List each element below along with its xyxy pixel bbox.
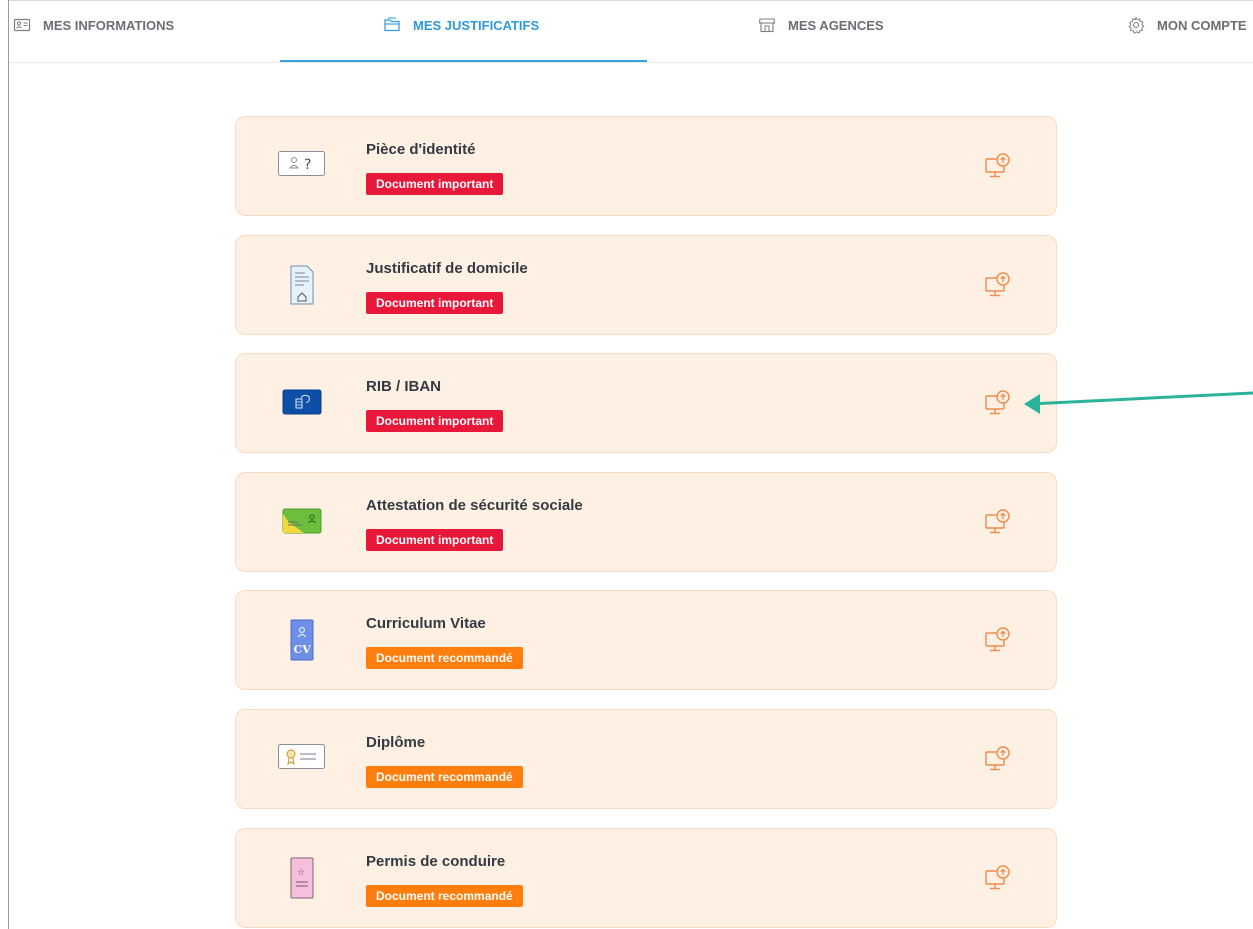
home-document-icon bbox=[278, 264, 326, 306]
document-card-permis-conduire[interactable]: ☆ Permis de conduire Document recommandé bbox=[235, 828, 1057, 928]
upload-icon[interactable] bbox=[984, 865, 1012, 893]
diploma-icon bbox=[278, 738, 326, 780]
document-title: Diplôme bbox=[366, 734, 426, 751]
svg-text:?: ? bbox=[304, 157, 311, 173]
driving-license-icon: ☆ bbox=[278, 857, 326, 899]
identity-card-icon: ? bbox=[278, 145, 326, 187]
store-icon bbox=[758, 18, 776, 33]
status-badge-important: Document important bbox=[366, 292, 504, 314]
status-badge-recommended: Document recommandé bbox=[366, 647, 523, 669]
cv-icon: CV bbox=[278, 619, 326, 661]
status-badge-important: Document important bbox=[366, 410, 504, 432]
upload-icon[interactable] bbox=[984, 390, 1012, 418]
document-title: Justificatif de domicile bbox=[366, 260, 528, 277]
document-title: RIB / IBAN bbox=[366, 378, 441, 395]
status-badge-recommended: Document recommandé bbox=[366, 766, 523, 788]
upload-icon[interactable] bbox=[984, 746, 1012, 774]
document-card-rib-iban[interactable]: RIB / IBAN Document important bbox=[235, 353, 1057, 453]
gear-icon bbox=[1128, 16, 1145, 34]
tab-label: MON COMPTE bbox=[1157, 18, 1247, 33]
document-card-piece-identite[interactable]: ? Pièce d'identité Document important bbox=[235, 116, 1057, 216]
folder-icon bbox=[384, 17, 400, 32]
tab-label: MES JUSTIFICATIFS bbox=[413, 18, 540, 33]
bank-card-icon bbox=[278, 382, 326, 424]
upload-icon[interactable] bbox=[984, 153, 1012, 181]
upload-icon[interactable] bbox=[984, 627, 1012, 655]
tab-label: MES INFORMATIONS bbox=[43, 18, 175, 33]
tab-mes-justificatifs[interactable]: MES JUSTIFICATIFS bbox=[383, 0, 539, 60]
document-card-justificatif-domicile[interactable]: Justificatif de domicile Document import… bbox=[235, 235, 1057, 335]
status-badge-important: Document important bbox=[366, 173, 504, 195]
status-badge-important: Document important bbox=[366, 529, 504, 551]
tab-label: MES AGENCES bbox=[788, 18, 884, 33]
tab-mes-informations[interactable]: MES INFORMATIONS bbox=[13, 0, 174, 60]
id-card-icon bbox=[13, 18, 31, 32]
status-badge-recommended: Document recommandé bbox=[366, 885, 523, 907]
document-card-curriculum-vitae[interactable]: CV Curriculum Vitae Document recommandé bbox=[235, 590, 1057, 690]
document-title: Curriculum Vitae bbox=[366, 615, 486, 632]
svg-text:CV: CV bbox=[294, 643, 312, 656]
document-title: Pièce d'identité bbox=[366, 141, 476, 158]
document-card-securite-sociale[interactable]: Attestation de sécurité sociale Document… bbox=[235, 472, 1057, 572]
health-card-icon bbox=[278, 501, 326, 543]
upload-icon[interactable] bbox=[984, 272, 1012, 300]
tab-mon-compte[interactable]: MON COMPTE bbox=[1127, 0, 1247, 60]
tab-bar: MES INFORMATIONS MES JUSTIFICATIFS MES A… bbox=[9, 0, 1253, 63]
document-card-diplome[interactable]: Diplôme Document recommandé bbox=[235, 709, 1057, 809]
svg-text:☆: ☆ bbox=[297, 868, 305, 878]
window-left-border bbox=[8, 0, 9, 929]
tab-mes-agences[interactable]: MES AGENCES bbox=[758, 0, 884, 60]
active-tab-indicator bbox=[280, 60, 647, 62]
document-title: Permis de conduire bbox=[366, 853, 506, 870]
document-title: Attestation de sécurité sociale bbox=[366, 497, 583, 514]
upload-icon[interactable] bbox=[984, 509, 1012, 537]
